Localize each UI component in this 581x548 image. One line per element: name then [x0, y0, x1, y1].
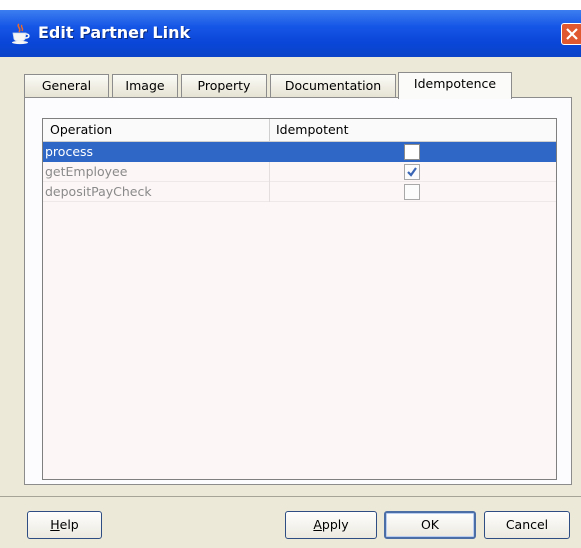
java-cup-icon [10, 23, 30, 45]
help-button[interactable]: Help [27, 511, 102, 539]
table-row[interactable]: process [43, 142, 556, 162]
column-separator[interactable] [269, 119, 270, 141]
idempotence-panel: Operation Idempotent process getEmployee [24, 97, 572, 485]
edit-partner-link-dialog: Edit Partner Link General Image Property… [0, 0, 581, 548]
cell-separator [269, 162, 270, 182]
idempotent-checkbox[interactable] [404, 184, 420, 200]
checkmark-icon [407, 167, 417, 177]
tab-general[interactable]: General [24, 74, 109, 97]
apply-label: pply [321, 517, 349, 532]
dialog-body: General Image Property Documentation Ide… [0, 57, 581, 548]
idempotent-checkbox[interactable] [404, 144, 420, 160]
apply-mnemonic: A [313, 517, 322, 532]
ok-button[interactable]: OK [384, 511, 476, 539]
apply-button[interactable]: Apply [285, 511, 377, 539]
operation-cell: depositPayCheck [45, 184, 152, 199]
cell-separator [269, 182, 270, 202]
tab-property[interactable]: Property [181, 74, 267, 97]
operations-table: Operation Idempotent process getEmployee [42, 118, 557, 480]
help-label: elp [59, 517, 79, 532]
tab-image[interactable]: Image [112, 74, 178, 97]
button-bar-divider [0, 496, 581, 497]
cancel-button[interactable]: Cancel [484, 511, 570, 539]
help-mnemonic: H [50, 517, 60, 532]
idempotent-checkbox[interactable] [404, 164, 420, 180]
tab-documentation[interactable]: Documentation [270, 74, 396, 97]
title-bar[interactable]: Edit Partner Link [0, 10, 581, 57]
window-title: Edit Partner Link [38, 23, 191, 42]
close-button[interactable] [561, 23, 581, 45]
operation-cell: process [45, 144, 94, 159]
table-header: Operation Idempotent [43, 119, 556, 142]
table-row[interactable]: getEmployee [43, 162, 556, 182]
tab-idempotence[interactable]: Idempotence [398, 72, 512, 99]
close-icon [566, 28, 578, 40]
table-row[interactable]: depositPayCheck [43, 182, 556, 202]
column-header-idempotent[interactable]: Idempotent [276, 119, 349, 141]
operation-cell: getEmployee [45, 164, 128, 179]
column-header-operation[interactable]: Operation [50, 119, 112, 141]
